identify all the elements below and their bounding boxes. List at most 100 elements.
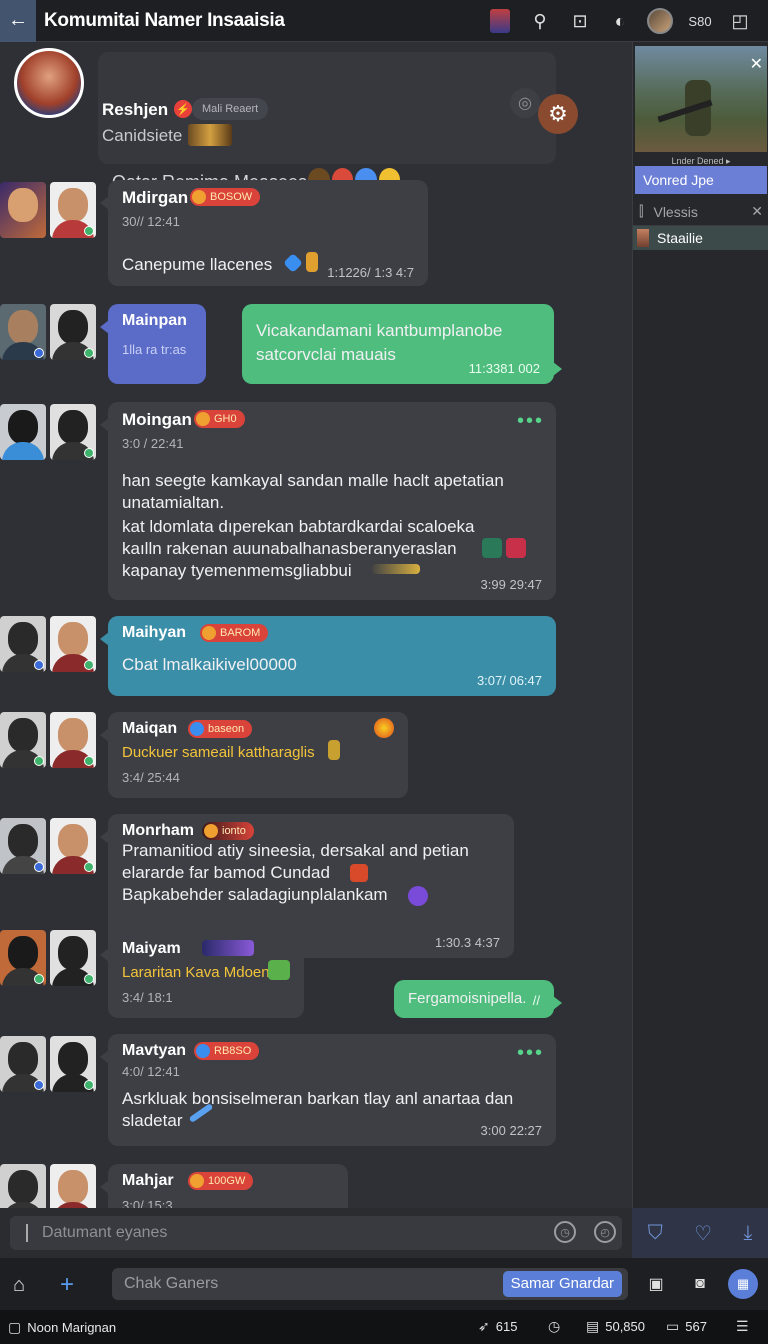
message-bubble[interactable]: Mavtyan RB8SO ••• 4:0/ 12:41 Asrkluak bo…	[100, 1034, 556, 1146]
verified-icon: ⚡	[174, 100, 192, 118]
send-button[interactable]: Samar Gnardar	[502, 1271, 622, 1297]
section-title: Vlessis	[653, 203, 698, 220]
message-bubble[interactable]: Mdirgan BOSOW 30// 12:41 Canepume llacen…	[100, 180, 428, 286]
close-icon[interactable]: ✕	[751, 203, 763, 220]
thumb-icon	[637, 229, 649, 247]
side-list-item[interactable]: Staailie	[633, 226, 768, 250]
message-line: Asrkluak bonsiselmeran barkan tlay anl a…	[122, 1089, 514, 1108]
message-bubble[interactable]: Maiyam Lararitan Kava Mdoens 3:4/ 18:1	[100, 932, 304, 1018]
stream-title[interactable]: Vonred Jpe	[635, 166, 767, 194]
sender-name: Mainpan	[122, 312, 187, 329]
home-icon[interactable]: ⌂	[6, 1272, 32, 1298]
avatar[interactable]	[0, 616, 46, 672]
list-icon[interactable]: ☰	[736, 1318, 749, 1335]
sender-name: Mavtyan	[122, 1042, 187, 1059]
message-avatars	[0, 304, 96, 360]
group-tag: Mali Reaert	[192, 98, 269, 120]
more-options-icon[interactable]: •••	[517, 1042, 544, 1065]
message-input[interactable]: Datumant eyanes ◷ ◴	[10, 1216, 622, 1250]
rank-badge: 100GW	[188, 1172, 254, 1190]
sender-name: Mahjar	[122, 1172, 174, 1189]
game-avatar-button[interactable]	[480, 0, 520, 42]
screen-button[interactable]: ⊡	[560, 0, 600, 42]
avatar[interactable]	[50, 818, 96, 874]
avatar[interactable]	[50, 712, 96, 768]
refresh-button[interactable]: ◎	[510, 88, 540, 118]
bottle-icon	[306, 252, 318, 272]
message-stamp: 3:0 / 22:41	[122, 436, 184, 451]
arrow-left-icon: ←	[8, 9, 28, 31]
shield-icon[interactable]: ⛉	[648, 1222, 663, 1245]
avatar[interactable]	[50, 182, 96, 238]
message-stamp: 1lla ra tr:as	[122, 342, 187, 357]
avatar[interactable]	[0, 1036, 46, 1092]
message-text: Fergamoisnipella.	[408, 990, 527, 1007]
chat-input[interactable]: Chak Ganers Samar Gnardar	[112, 1268, 628, 1300]
search-icon: ⚲	[533, 10, 547, 31]
gamepad-icon[interactable]: ▣	[644, 1272, 668, 1296]
game-stream-preview[interactable]: ✕	[635, 46, 767, 152]
rank-badge: ionto	[202, 822, 254, 840]
avatar[interactable]	[0, 930, 46, 986]
avatar[interactable]	[0, 818, 46, 874]
window-icon: ▢	[8, 1319, 22, 1335]
moon-button[interactable]: ◐	[600, 0, 640, 42]
message-time: 3:99 29:47	[480, 577, 542, 592]
avatar[interactable]	[0, 1164, 46, 1208]
message-bubble[interactable]: Maihyan BAROM Cbat lmalkaikivel00000 3:0…	[100, 616, 556, 696]
avatar[interactable]	[0, 182, 46, 238]
avatar[interactable]	[50, 930, 96, 986]
download-icon[interactable]: ⤓	[743, 1222, 752, 1245]
expand-button[interactable]: ◰	[720, 0, 760, 42]
message-avatars	[0, 712, 96, 768]
avatar[interactable]	[0, 304, 46, 360]
settings-button[interactable]: ⚙	[538, 94, 578, 134]
read-receipt: //	[532, 993, 540, 1008]
add-icon[interactable]: +	[54, 1271, 80, 1298]
app-title: Komumitai Namer Insaaisia	[44, 9, 285, 31]
message-bubble[interactable]: Moingan GH0 ••• 3:0 / 22:41 han seegte k…	[100, 402, 556, 600]
avatar[interactable]	[50, 616, 96, 672]
message-avatars	[0, 1036, 96, 1092]
outgoing-message[interactable]: Fergamoisnipella. //	[394, 980, 562, 1018]
message-time: 3:00 22:27	[480, 1123, 542, 1138]
more-options-icon[interactable]: •••	[517, 410, 544, 433]
heart-icon[interactable]: ♡	[694, 1221, 712, 1246]
avatar[interactable]	[50, 304, 96, 360]
side-item-label: Staailie	[657, 230, 703, 246]
rank-badge: baseon	[188, 720, 253, 738]
status-value: 615	[495, 1319, 518, 1334]
timer-icon[interactable]: ◴	[594, 1221, 616, 1243]
message-line: sladetar	[122, 1111, 183, 1130]
side-panel: ✕ Lnder Dened ▸ Vonred Jpe ⫿ Vlessis ✕ S…	[632, 42, 768, 1208]
message-avatars	[0, 818, 96, 874]
avatar[interactable]	[50, 1036, 96, 1092]
profile-button[interactable]	[640, 0, 680, 42]
fire-icon	[374, 718, 394, 738]
moon-icon: ◐	[614, 10, 626, 31]
avatar[interactable]	[50, 1164, 96, 1208]
rank-badge: BOSOW	[190, 188, 261, 206]
avatar[interactable]	[0, 712, 46, 768]
message-bubble[interactable]: Maiqan baseon Duckuer sameail kattharagl…	[100, 712, 408, 798]
search-button[interactable]: ⚲	[520, 0, 560, 42]
message-bubble[interactable]: Mahjar 100GW 3:0/ 15:3	[100, 1164, 348, 1208]
chat-placeholder: Chak Ganers	[124, 1275, 219, 1292]
sender-name: Mdirgan	[122, 188, 189, 207]
message-bubble[interactable]: Mainpan 1lla ra tr:as	[100, 304, 206, 384]
card-icon: ▭	[666, 1318, 680, 1334]
avatar[interactable]	[50, 404, 96, 460]
close-icon[interactable]: ✕	[750, 54, 763, 74]
clock-icon[interactable]: ◷	[554, 1221, 576, 1243]
message-avatars	[0, 1164, 96, 1208]
status-item: ➶ 615	[478, 1318, 517, 1335]
trophy-icon	[328, 740, 340, 760]
message-time: 3:07/ 06:47	[476, 673, 542, 688]
camera-icon[interactable]: ◙	[688, 1272, 712, 1296]
back-button[interactable]: ←	[0, 0, 36, 42]
message-text: Canepume llacenes	[122, 255, 273, 274]
group-avatar[interactable]	[14, 48, 84, 118]
avatar[interactable]	[0, 404, 46, 460]
apps-icon[interactable]: ▦	[728, 1269, 758, 1299]
outgoing-message[interactable]: Vicakandamani kantbumplanobe satcorvclai…	[242, 304, 562, 384]
